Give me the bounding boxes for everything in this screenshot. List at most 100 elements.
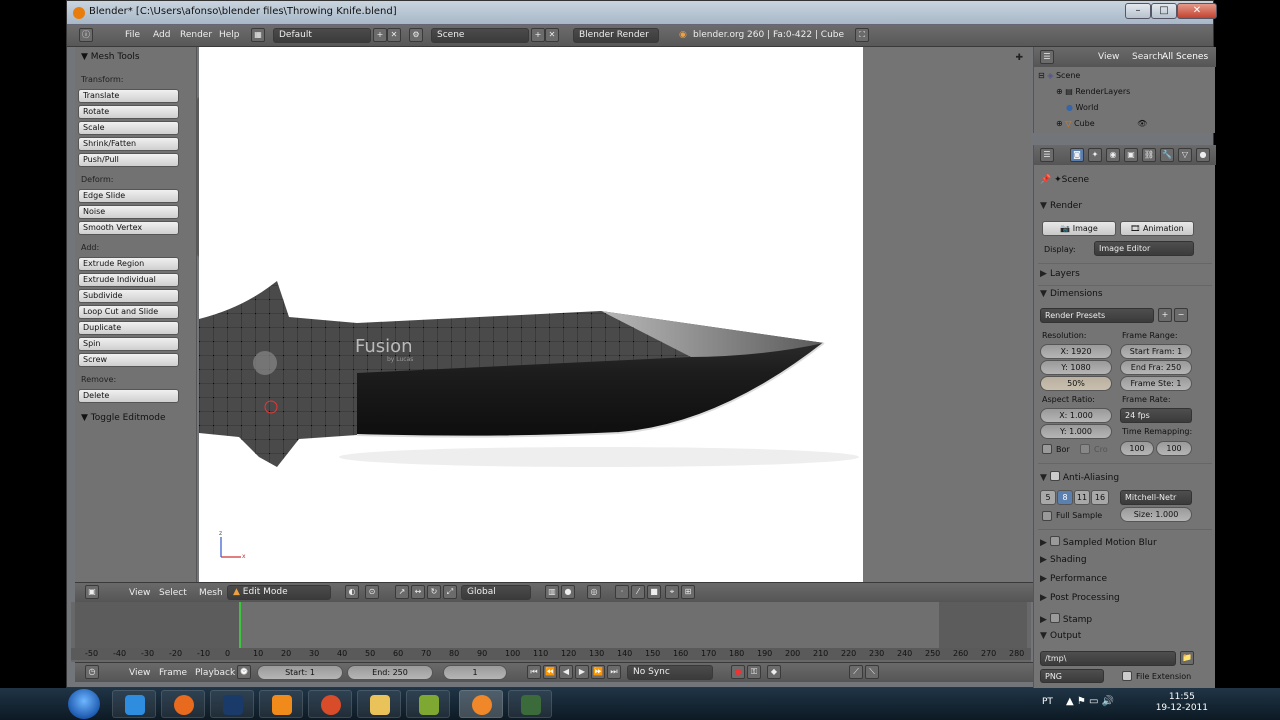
subdivide-button[interactable]: Subdivide bbox=[78, 289, 179, 303]
taskbar-firefox[interactable] bbox=[161, 690, 205, 718]
screw-button[interactable]: Screw bbox=[78, 353, 179, 367]
jump-start-icon[interactable]: ⏮ bbox=[527, 665, 541, 679]
viewport-editor-icon[interactable]: ▣ bbox=[85, 585, 99, 599]
outliner-search-menu[interactable]: Search bbox=[1132, 52, 1163, 62]
pin-icon[interactable]: 📌 bbox=[1040, 175, 1051, 185]
constraints-tab-icon[interactable]: ⛓ bbox=[1142, 148, 1156, 162]
close-button[interactable]: ✕ bbox=[1177, 3, 1217, 19]
aa-samples-5[interactable]: 5 bbox=[1040, 490, 1056, 505]
taskbar-ie[interactable] bbox=[112, 690, 156, 718]
mesh-tools-header[interactable]: ▼ Mesh Tools bbox=[81, 52, 140, 62]
snap-target-icon[interactable]: ⊞ bbox=[681, 585, 695, 599]
taskbar-app4[interactable] bbox=[259, 690, 303, 718]
resolution-x-field[interactable]: X: 1920 bbox=[1040, 344, 1112, 359]
delete-button[interactable]: Delete bbox=[78, 389, 179, 403]
scene-tab-icon[interactable]: ✦ bbox=[1088, 148, 1102, 162]
display-dropdown[interactable]: Image Editor bbox=[1094, 241, 1194, 256]
aspect-y-field[interactable]: Y: 1.000 bbox=[1040, 424, 1112, 439]
current-frame-marker[interactable] bbox=[239, 602, 241, 648]
view-menu[interactable]: View bbox=[129, 588, 150, 598]
keyframe-add-icon[interactable]: ⟋ bbox=[849, 665, 863, 679]
world-tab-icon[interactable]: ◉ bbox=[1106, 148, 1120, 162]
viewport-shading-icon[interactable]: ◐ bbox=[345, 585, 359, 599]
toggle-editmode-header[interactable]: ▼ Toggle Editmode bbox=[81, 413, 166, 423]
taskbar-app9[interactable] bbox=[508, 690, 552, 718]
frame-step-field[interactable]: Frame Ste: 1 bbox=[1120, 376, 1192, 391]
remove-preset-icon[interactable]: − bbox=[1174, 308, 1188, 322]
timeline-editor-icon[interactable]: ◷ bbox=[85, 665, 99, 679]
timeline[interactable]: -50 -40 -30 -20 -10 0 10 20 30 40 50 60 70 80 90 100 110… bbox=[71, 602, 1031, 662]
play-reverse-icon[interactable]: ◀ bbox=[559, 665, 573, 679]
start-frame-field[interactable]: Start: 1 bbox=[257, 665, 343, 680]
3d-viewport[interactable]: Fusion by Lucas z x bbox=[199, 47, 863, 582]
manipulator-icon[interactable]: ↗ bbox=[395, 585, 409, 599]
aa-samples-8[interactable]: 8 bbox=[1057, 490, 1073, 505]
vertex-select-icon[interactable]: · bbox=[615, 585, 629, 599]
stamp-checkbox[interactable] bbox=[1050, 613, 1060, 623]
properties-editor-icon[interactable]: ☰ bbox=[1040, 148, 1054, 162]
spin-button[interactable]: Spin bbox=[78, 337, 179, 351]
render-presets-dropdown[interactable]: Render Presets bbox=[1040, 308, 1154, 323]
aa-size-field[interactable]: Size: 1.000 bbox=[1120, 507, 1192, 522]
material-tab-icon[interactable]: ● bbox=[1196, 148, 1210, 162]
next-keyframe-icon[interactable]: ⏩ bbox=[591, 665, 605, 679]
scale-button[interactable]: Scale bbox=[78, 121, 179, 135]
motion-blur-checkbox[interactable] bbox=[1050, 536, 1060, 546]
menu-render[interactable]: Render bbox=[180, 30, 212, 40]
layers-icon[interactable]: ▥ bbox=[545, 585, 559, 599]
object-tab-icon[interactable]: ▣ bbox=[1124, 148, 1138, 162]
file-extension-checkbox[interactable] bbox=[1122, 671, 1132, 681]
end-frame-prop[interactable]: End Fra: 250 bbox=[1120, 360, 1192, 375]
resolution-percent-slider[interactable]: 50% bbox=[1040, 376, 1112, 391]
render-tab-icon[interactable]: ◙ bbox=[1070, 148, 1084, 162]
modifiers-tab-icon[interactable]: 🔧 bbox=[1160, 148, 1174, 162]
fullscreen-icon[interactable]: ⛶ bbox=[855, 28, 869, 42]
shading-panel-header[interactable]: ▶ Shading bbox=[1040, 555, 1087, 565]
timeline-frame-menu[interactable]: Frame bbox=[159, 668, 187, 678]
motion-blur-panel-header[interactable]: ▶ Sampled Motion Blur bbox=[1040, 535, 1157, 548]
translate-manip-icon[interactable]: ↔ bbox=[411, 585, 425, 599]
record-icon[interactable]: ● bbox=[731, 665, 745, 679]
crop-checkbox[interactable] bbox=[1080, 444, 1090, 454]
play-icon[interactable]: ▶ bbox=[575, 665, 589, 679]
lock-icon[interactable]: ● bbox=[561, 585, 575, 599]
layout-selector[interactable]: Default bbox=[273, 28, 371, 43]
rotate-button[interactable]: Rotate bbox=[78, 105, 179, 119]
mesh-menu[interactable]: Mesh bbox=[199, 588, 223, 598]
aa-filter-dropdown[interactable]: Mitchell-Netr bbox=[1120, 490, 1192, 505]
edge-select-icon[interactable]: ⁄ bbox=[631, 585, 645, 599]
current-frame-field[interactable]: 1 bbox=[443, 665, 507, 680]
render-engine-dropdown[interactable]: Blender Render bbox=[573, 28, 659, 43]
timeline-ruler[interactable]: -50 -40 -30 -20 -10 0 10 20 30 40 50 60 70 80 90 100 110… bbox=[71, 648, 1031, 660]
remap-new-field[interactable]: 100 bbox=[1156, 441, 1192, 456]
snap-icon[interactable]: ⌖ bbox=[665, 585, 679, 599]
push-pull-button[interactable]: Push/Pull bbox=[78, 153, 179, 167]
timeline-playback-menu[interactable]: Playback bbox=[195, 668, 235, 678]
output-panel-header[interactable]: ▼ Output bbox=[1040, 631, 1081, 641]
outliner-filter-dropdown[interactable]: All Scenes bbox=[1162, 52, 1208, 62]
keyframe-delete-icon[interactable]: ⟍ bbox=[865, 665, 879, 679]
add-preset-icon[interactable]: + bbox=[1158, 308, 1172, 322]
noise-button[interactable]: Noise bbox=[78, 205, 179, 219]
proportional-icon[interactable]: ◎ bbox=[587, 585, 601, 599]
maximize-button[interactable]: □ bbox=[1151, 3, 1177, 19]
anti-aliasing-checkbox[interactable] bbox=[1050, 471, 1060, 481]
mode-dropdown[interactable]: ▲ Edit Mode bbox=[227, 585, 331, 600]
keyframe-insert-icon[interactable]: ◆ bbox=[767, 665, 781, 679]
translate-button[interactable]: Translate bbox=[78, 89, 179, 103]
select-menu[interactable]: Select bbox=[159, 588, 187, 598]
face-select-icon[interactable]: ■ bbox=[647, 585, 661, 599]
keying-set-icon[interactable]: ⚿ bbox=[747, 665, 761, 679]
taskbar-app5[interactable] bbox=[308, 690, 352, 718]
menu-add[interactable]: Add bbox=[153, 30, 170, 40]
jump-end-icon[interactable]: ⏭ bbox=[607, 665, 621, 679]
output-path-field[interactable]: /tmp\ bbox=[1040, 651, 1176, 666]
outliner-item-world[interactable]: ● World bbox=[1066, 103, 1098, 112]
add-scene-icon[interactable]: + bbox=[531, 28, 545, 42]
anti-aliasing-panel-header[interactable]: ▼ Anti-Aliasing bbox=[1040, 470, 1119, 483]
file-format-dropdown[interactable]: PNG bbox=[1040, 669, 1104, 683]
language-indicator[interactable]: PT bbox=[1042, 697, 1053, 707]
sync-dropdown[interactable]: No Sync bbox=[627, 665, 713, 680]
outliner-editor-icon[interactable]: ☰ bbox=[1040, 50, 1054, 64]
resolution-y-field[interactable]: Y: 1080 bbox=[1040, 360, 1112, 375]
